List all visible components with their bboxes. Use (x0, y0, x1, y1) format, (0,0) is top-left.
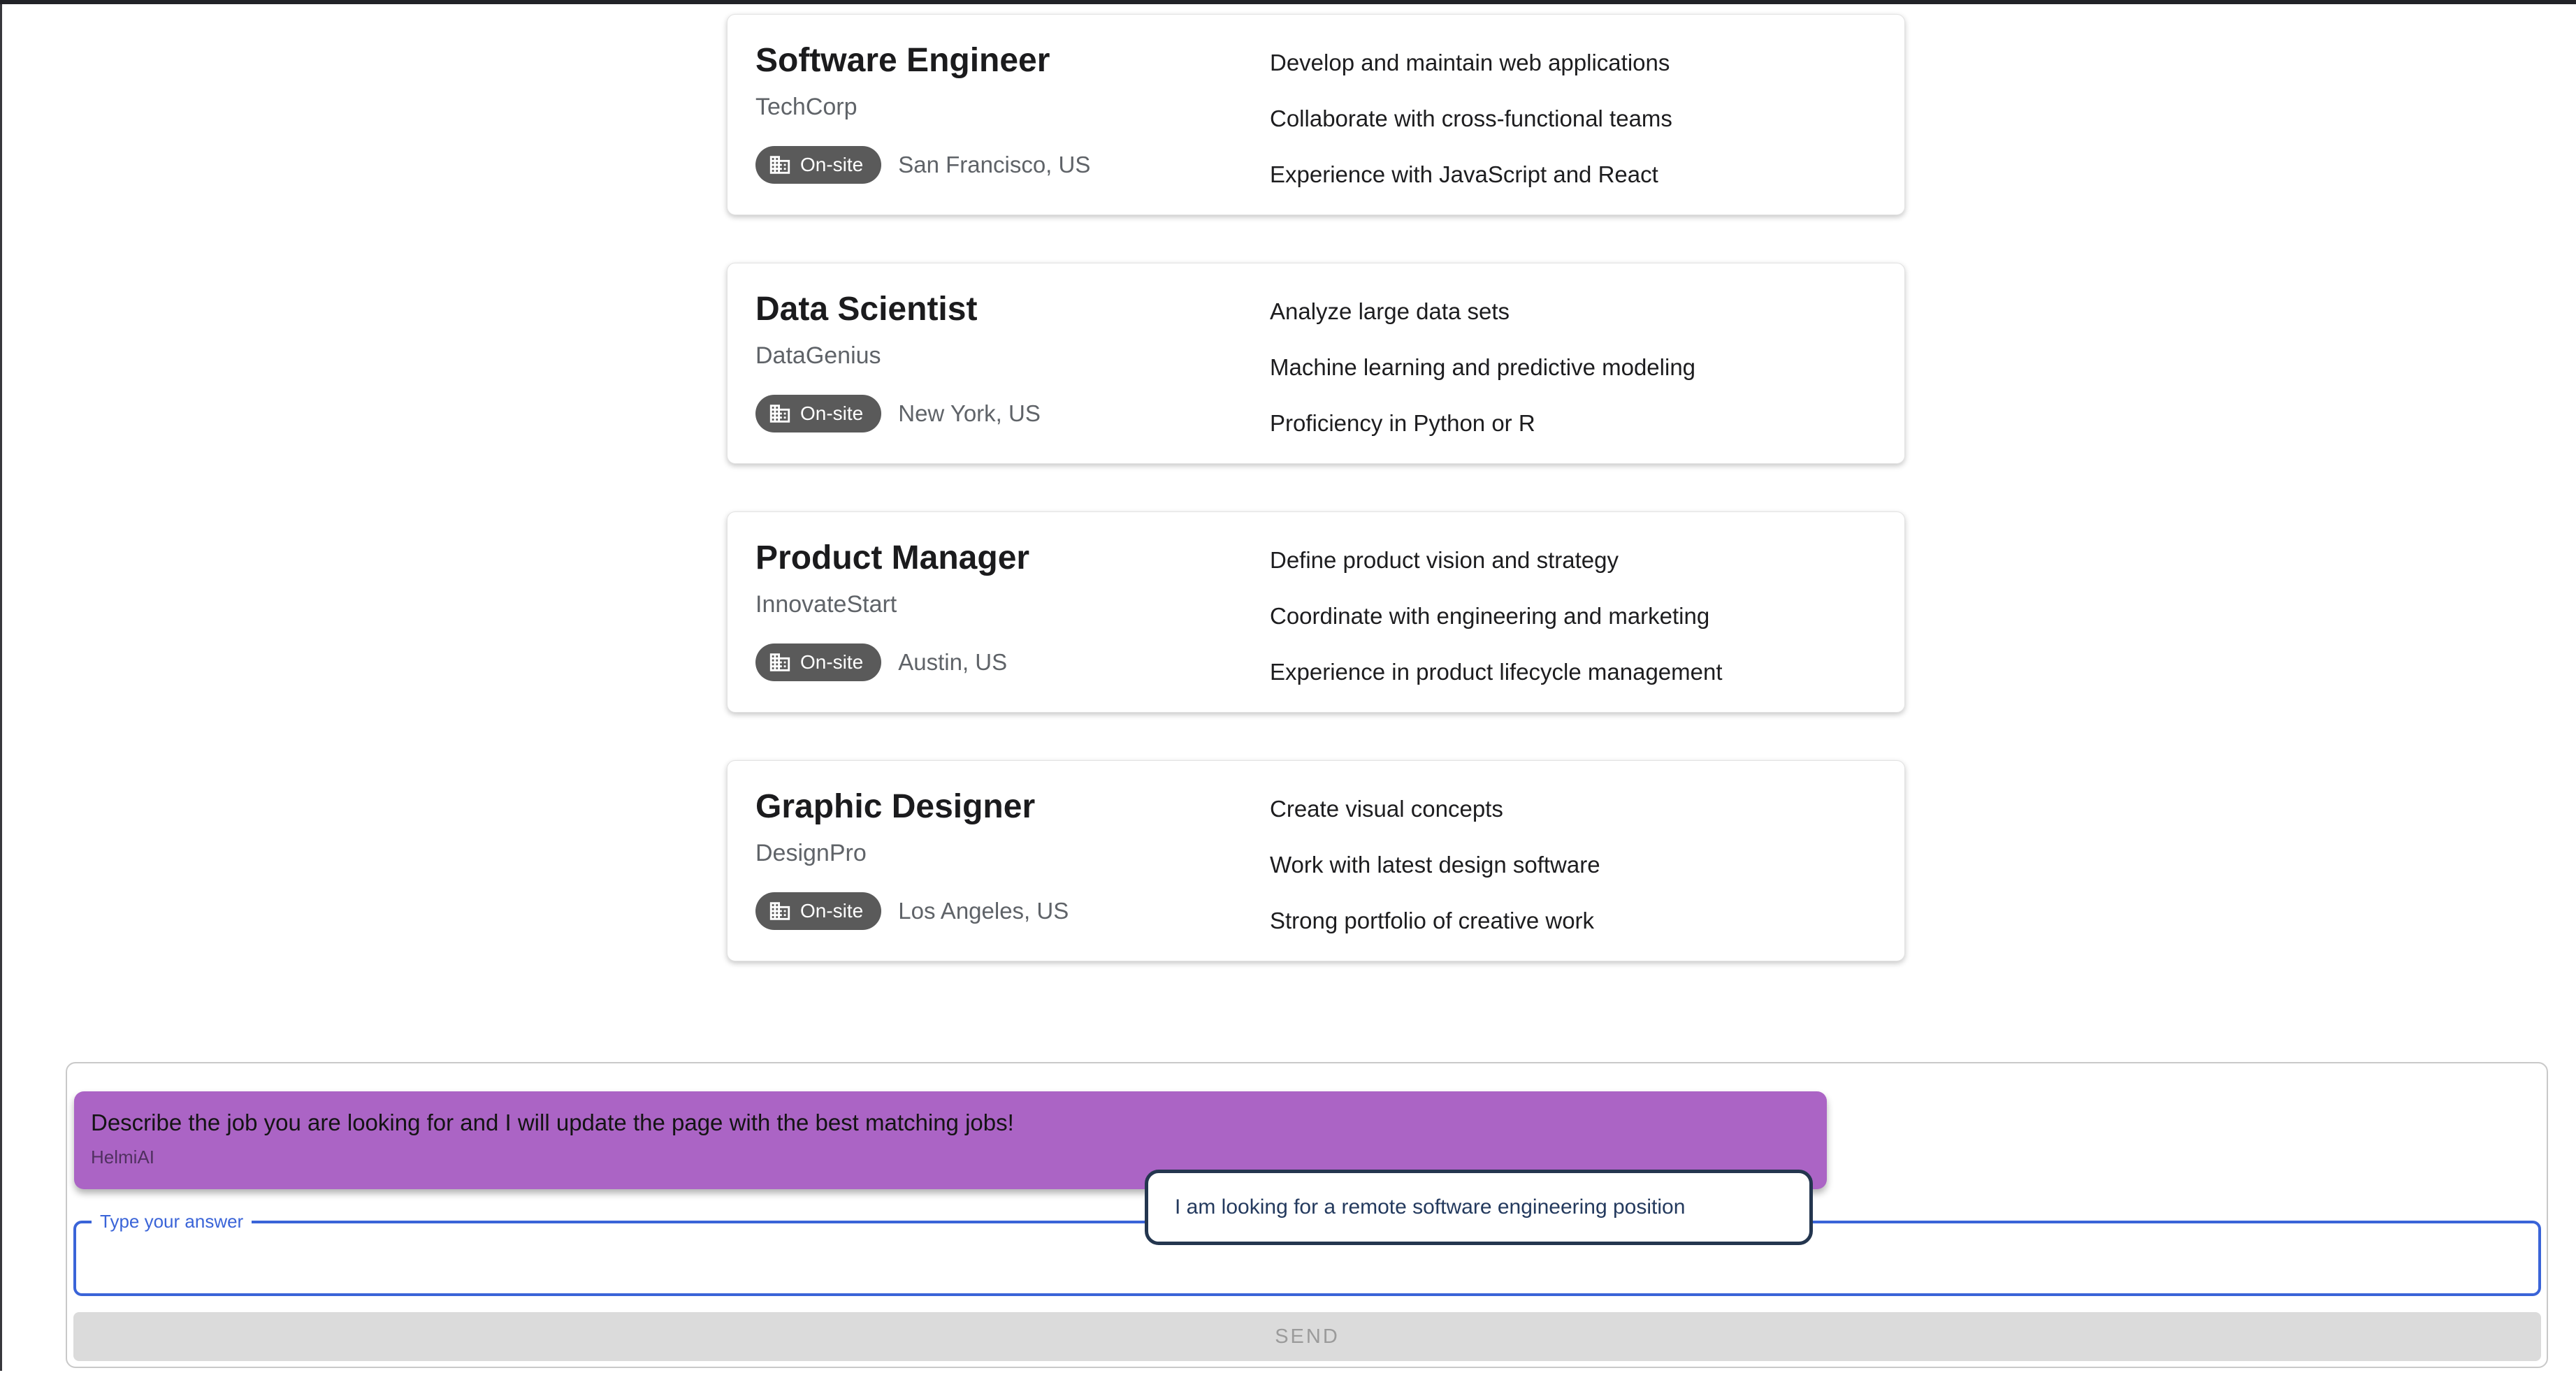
work-mode-label: On-site (800, 404, 863, 423)
answer-input-label: Type your answer (92, 1210, 252, 1234)
job-requirement: Experience in product lifecycle manageme… (1270, 660, 1874, 683)
job-requirement: Analyze large data sets (1270, 300, 1874, 323)
job-card: Data Scientist DataGenius On-site New Yo… (727, 263, 1905, 464)
job-requirement: Define product vision and strategy (1270, 548, 1874, 572)
job-meta: On-site New York, US (755, 395, 1270, 432)
job-requirement: Work with latest design software (1270, 853, 1874, 876)
job-title: Data Scientist (755, 290, 1270, 328)
job-requirements: Create visual concepts Work with latest … (1270, 787, 1874, 961)
job-card-info: Software Engineer TechCorp On-site San F… (755, 41, 1270, 214)
job-requirement: Machine learning and predictive modeling (1270, 356, 1874, 379)
job-meta: On-site Los Angeles, US (755, 892, 1270, 930)
building-icon (768, 899, 792, 923)
building-icon (768, 650, 792, 674)
top-border-line (0, 0, 2576, 4)
work-mode-label: On-site (800, 653, 863, 672)
job-requirements: Develop and maintain web applications Co… (1270, 41, 1874, 214)
job-requirement: Create visual concepts (1270, 797, 1874, 820)
job-company: DesignPro (755, 840, 1270, 867)
job-card: Product Manager InnovateStart On-site Au… (727, 511, 1905, 713)
job-card-info: Graphic Designer DesignPro On-site Los A… (755, 787, 1270, 961)
job-location: San Francisco, US (898, 152, 1090, 178)
work-mode-badge: On-site (755, 892, 881, 930)
user-message-bubble: I am looking for a remote software engin… (1145, 1170, 1813, 1245)
left-border-line (0, 4, 2, 1371)
send-button[interactable]: SEND (73, 1312, 2541, 1361)
job-company: TechCorp (755, 94, 1270, 121)
job-location: Los Angeles, US (898, 898, 1069, 924)
job-requirement: Experience with JavaScript and React (1270, 163, 1874, 186)
job-title: Product Manager (755, 539, 1270, 577)
job-list: Software Engineer TechCorp On-site San F… (727, 14, 1905, 961)
building-icon (768, 153, 792, 177)
job-meta: On-site Austin, US (755, 643, 1270, 681)
building-icon (768, 402, 792, 426)
job-requirement: Strong portfolio of creative work (1270, 909, 1874, 932)
job-title: Software Engineer (755, 41, 1270, 80)
job-card-info: Data Scientist DataGenius On-site New Yo… (755, 290, 1270, 463)
chat-panel: Describe the job you are looking for and… (66, 1062, 2548, 1368)
ai-message-sender: HelmiAI (91, 1147, 1827, 1168)
job-location: Austin, US (898, 649, 1007, 676)
work-mode-badge: On-site (755, 643, 881, 681)
work-mode-badge: On-site (755, 146, 881, 184)
job-requirement: Proficiency in Python or R (1270, 412, 1874, 435)
page: Software Engineer TechCorp On-site San F… (0, 0, 2576, 1389)
user-message-text: I am looking for a remote software engin… (1175, 1195, 1685, 1219)
job-card: Software Engineer TechCorp On-site San F… (727, 14, 1905, 215)
job-location: New York, US (898, 400, 1041, 427)
job-title: Graphic Designer (755, 787, 1270, 826)
ai-message-text: Describe the job you are looking for and… (91, 1110, 1827, 1136)
job-card: Graphic Designer DesignPro On-site Los A… (727, 760, 1905, 961)
work-mode-label: On-site (800, 155, 863, 175)
job-requirements: Define product vision and strategy Coord… (1270, 539, 1874, 712)
work-mode-badge: On-site (755, 395, 881, 432)
job-company: DataGenius (755, 342, 1270, 370)
job-requirement: Develop and maintain web applications (1270, 51, 1874, 74)
job-card-info: Product Manager InnovateStart On-site Au… (755, 539, 1270, 712)
job-requirement: Coordinate with engineering and marketin… (1270, 604, 1874, 627)
job-company: InnovateStart (755, 591, 1270, 618)
work-mode-label: On-site (800, 901, 863, 921)
job-requirements: Analyze large data sets Machine learning… (1270, 290, 1874, 463)
job-meta: On-site San Francisco, US (755, 146, 1270, 184)
job-requirement: Collaborate with cross-functional teams (1270, 107, 1874, 130)
